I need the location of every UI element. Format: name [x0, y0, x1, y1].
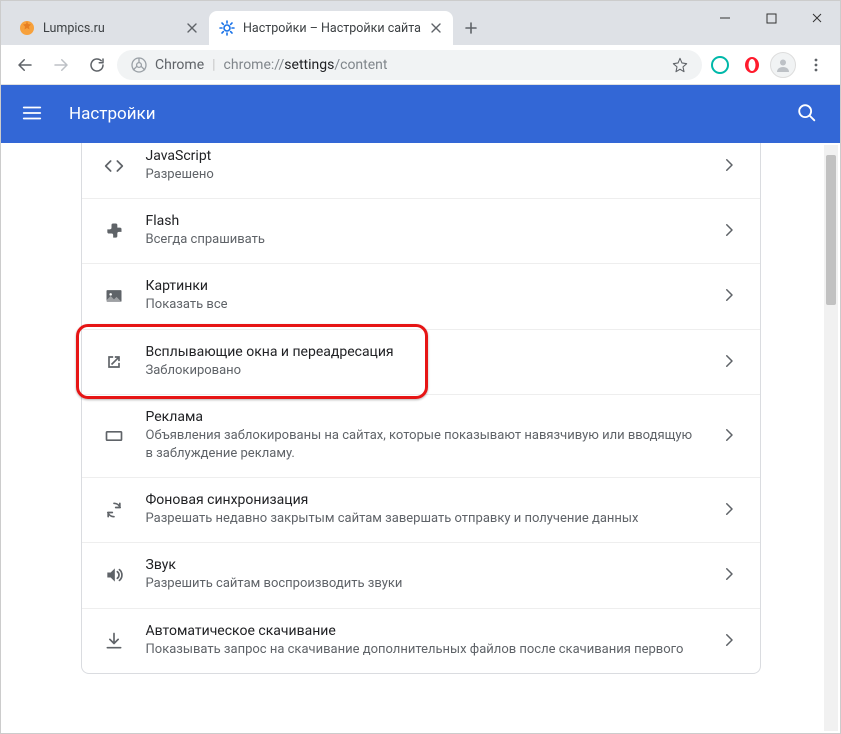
url-prefix: chrome:// — [224, 57, 285, 73]
chevron-right-icon — [720, 426, 740, 446]
chrome-label: Chrome — [155, 57, 204, 73]
close-icon[interactable] — [429, 21, 443, 35]
settings-header: Настройки — [1, 85, 840, 143]
tab-lumpics[interactable]: Lumpics.ru — [9, 11, 209, 45]
tab-title: Lumpics.ru — [43, 21, 177, 36]
sync-icon — [102, 498, 126, 522]
setting-javascript[interactable]: JavaScript Разрешено — [82, 143, 760, 199]
launch-icon — [102, 350, 126, 374]
window-close-button[interactable] — [794, 1, 840, 35]
setting-subtitle: Разрешать недавно закрытым сайтам заверш… — [146, 510, 700, 528]
setting-title: Звук — [146, 557, 700, 573]
settings-content: JavaScript Разрешено Flash Всегда спраши… — [1, 143, 840, 733]
setting-popups[interactable]: Всплывающие окна и переадресация Заблоки… — [82, 330, 760, 395]
extension-yandex-icon[interactable] — [706, 51, 734, 79]
chevron-right-icon — [720, 500, 740, 520]
back-button[interactable] — [9, 49, 41, 81]
rectangle-icon — [102, 424, 126, 448]
scrollbar[interactable] — [824, 145, 838, 731]
window-controls — [702, 1, 840, 35]
setting-title: Реклама — [146, 409, 700, 425]
maximize-button[interactable] — [748, 1, 794, 35]
setting-flash[interactable]: Flash Всегда спрашивать — [82, 199, 760, 264]
setting-ads[interactable]: Реклама Объявления заблокированы на сайт… — [82, 395, 760, 478]
setting-title: Автоматическое скачивание — [146, 623, 700, 639]
chevron-right-icon — [720, 286, 740, 306]
chevron-right-icon — [720, 352, 740, 372]
setting-title: Фоновая синхронизация — [146, 492, 700, 508]
setting-subtitle: Всегда спрашивать — [146, 231, 700, 249]
minimize-button[interactable] — [702, 1, 748, 35]
forward-button[interactable] — [45, 49, 77, 81]
sound-icon — [102, 563, 126, 587]
chrome-icon — [131, 57, 147, 73]
tab-settings[interactable]: Настройки – Настройки сайта — [209, 11, 453, 45]
setting-sound[interactable]: Звук Разрешить сайтам воспроизводить зву… — [82, 543, 760, 608]
setting-subtitle: Заблокировано — [146, 362, 700, 380]
setting-title: Всплывающие окна и переадресация — [146, 344, 700, 360]
window-titlebar: Lumpics.ru Настройки – Настройки сайта — [1, 1, 840, 45]
search-button[interactable] — [796, 102, 820, 126]
chevron-right-icon — [720, 221, 740, 241]
tab-strip: Lumpics.ru Настройки – Настройки сайта — [9, 1, 485, 45]
setting-subtitle: Показывать запрос на скачивание дополнит… — [146, 641, 700, 659]
reload-button[interactable] — [81, 49, 113, 81]
close-icon[interactable] — [185, 21, 199, 35]
setting-background-sync[interactable]: Фоновая синхронизация Разрешать недавно … — [82, 478, 760, 543]
setting-title: JavaScript — [146, 148, 700, 164]
setting-auto-downloads[interactable]: Автоматическое скачивание Показывать зап… — [82, 609, 760, 673]
setting-subtitle: Разрешить сайтам воспроизводить звуки — [146, 575, 700, 593]
setting-subtitle: Разрешено — [146, 166, 700, 184]
setting-images[interactable]: Картинки Показать все — [82, 264, 760, 329]
new-tab-button[interactable] — [457, 14, 485, 42]
url-host: settings — [284, 57, 334, 73]
tab-title: Настройки – Настройки сайта — [243, 21, 421, 36]
browser-toolbar: Chrome | chrome://settings/content — [1, 45, 840, 85]
page-title: Настройки — [69, 104, 796, 124]
setting-title: Flash — [146, 213, 700, 229]
url-suffix: /content — [334, 57, 387, 73]
lumpics-favicon-icon — [19, 20, 35, 36]
download-icon — [102, 629, 126, 653]
setting-title: Картинки — [146, 278, 700, 294]
address-bar[interactable]: Chrome | chrome://settings/content — [117, 50, 702, 80]
bookmark-star-icon[interactable] — [672, 57, 688, 73]
content-settings-panel: JavaScript Разрешено Flash Всегда спраши… — [81, 143, 761, 674]
chevron-right-icon — [720, 156, 740, 176]
puzzle-icon — [102, 219, 126, 243]
extension-opera-icon[interactable] — [738, 51, 766, 79]
hamburger-menu-button[interactable] — [21, 102, 45, 126]
profile-avatar[interactable] — [770, 52, 796, 78]
image-icon — [102, 284, 126, 308]
scrollbar-thumb[interactable] — [826, 155, 836, 305]
setting-subtitle: Объявления заблокированы на сайтах, кото… — [146, 427, 700, 463]
gear-favicon-icon — [219, 20, 235, 36]
browser-menu-button[interactable] — [800, 49, 832, 81]
setting-subtitle: Показать все — [146, 296, 700, 314]
code-icon — [102, 154, 126, 178]
chevron-right-icon — [720, 631, 740, 651]
chevron-right-icon — [720, 565, 740, 585]
